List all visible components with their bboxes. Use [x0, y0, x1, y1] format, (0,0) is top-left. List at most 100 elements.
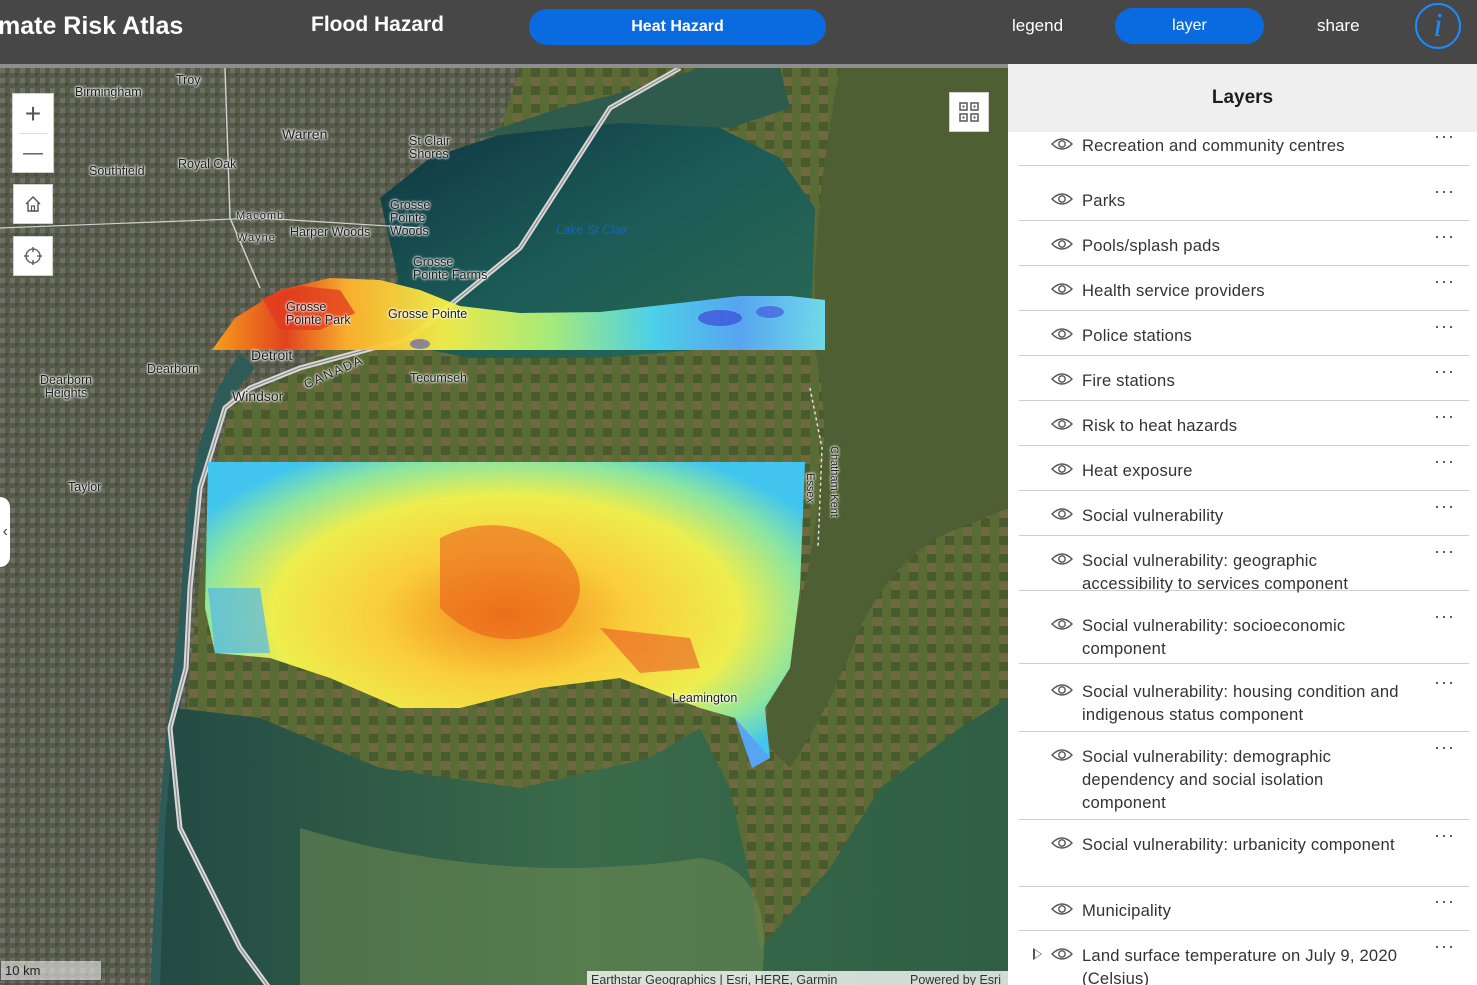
scale-label: 10 km	[5, 963, 41, 978]
label-windsor: Windsor	[232, 388, 284, 404]
layer-label: Pools/splash pads	[1082, 236, 1221, 255]
layer-row[interactable]: Social vulnerability: socioeconomic comp…	[1019, 601, 1469, 664]
label-warren: Warren	[282, 126, 328, 142]
legend-link[interactable]: legend	[1012, 16, 1063, 36]
eye-icon[interactable]	[1051, 683, 1073, 697]
layer-label: Parks	[1082, 191, 1126, 210]
expand-triangle-icon[interactable]	[1033, 948, 1042, 960]
layer-label: Municipality	[1082, 901, 1172, 920]
layer-row[interactable]: Social vulnerability: demographic depend…	[1019, 732, 1469, 820]
more-options-icon[interactable]: ···	[1434, 737, 1455, 758]
layer-row[interactable]: Heat exposure ···	[1019, 446, 1469, 491]
label-detroit: Detroit	[251, 347, 293, 363]
label-grosse-pointe: Grosse Pointe	[388, 307, 468, 321]
basemap-toggle-button[interactable]	[949, 92, 989, 132]
label-royal-oak: Royal Oak	[178, 157, 237, 171]
more-options-icon[interactable]: ···	[1434, 496, 1455, 517]
more-options-icon[interactable]: ···	[1434, 825, 1455, 846]
flood-hazard-tab[interactable]: Flood Hazard	[311, 13, 444, 37]
more-options-icon[interactable]: ···	[1434, 271, 1455, 292]
zoom-in-button[interactable]: +	[13, 94, 53, 133]
layer-row[interactable]: Risk to heat hazards ···	[1019, 401, 1469, 446]
layer-row[interactable]: Health service providers ···	[1019, 266, 1469, 311]
layer-button[interactable]: layer	[1115, 8, 1264, 44]
eye-icon[interactable]	[1051, 617, 1073, 631]
label-grosse-pointe-farms: Grosse Pointe Farms	[413, 255, 488, 282]
eye-icon[interactable]	[1051, 372, 1073, 386]
more-options-icon[interactable]: ···	[1434, 451, 1455, 472]
label-taylor: Taylor	[68, 480, 102, 494]
eye-icon[interactable]	[1051, 327, 1073, 341]
layer-row[interactable]: Social vulnerability: urbanicity compone…	[1019, 820, 1469, 887]
layer-row[interactable]: Social vulnerability: housing condition …	[1019, 667, 1469, 732]
label-leamington: Leamington	[672, 691, 738, 705]
layer-row[interactable]: Municipality ···	[1019, 886, 1469, 931]
more-options-icon[interactable]: ···	[1434, 316, 1455, 337]
locate-button[interactable]	[13, 236, 53, 276]
zoom-control: + —	[12, 93, 54, 173]
layer-label: Risk to heat hazards	[1082, 416, 1238, 435]
label-harper-woods: Harper Woods	[290, 225, 371, 239]
attribution-text: Earthstar Geographics | Esri, HERE, Garm…	[591, 973, 838, 985]
info-glyph: i	[1433, 7, 1443, 44]
layer-label: Social vulnerability: housing condition …	[1082, 682, 1399, 724]
app-title: mate Risk Atlas	[0, 12, 184, 40]
eye-icon[interactable]	[1051, 462, 1073, 476]
layer-label: Social vulnerability: demographic depend…	[1082, 747, 1332, 812]
layer-row[interactable]: Parks ···	[1019, 176, 1469, 221]
eye-icon[interactable]	[1051, 507, 1073, 521]
more-options-icon[interactable]: ···	[1434, 672, 1455, 693]
eye-icon[interactable]	[1051, 192, 1073, 206]
label-birmingham: Birmingham	[75, 85, 142, 99]
eye-icon[interactable]	[1051, 417, 1073, 431]
label-tecumseh: Tecumseh	[410, 371, 467, 385]
layer-row[interactable]: Social vulnerability: geographic accessi…	[1019, 536, 1469, 593]
eye-icon[interactable]	[1051, 748, 1073, 762]
layer-row[interactable]: Recreation and community centres ···	[1019, 126, 1469, 166]
more-options-icon[interactable]: ···	[1434, 936, 1455, 957]
label-dearborn: Dearborn	[147, 362, 200, 376]
more-options-icon[interactable]: ···	[1434, 606, 1455, 627]
layer-label: Social vulnerability: socioeconomic comp…	[1082, 616, 1346, 658]
label-grosse-pointe-park: Grosse Pointe Park	[286, 300, 351, 327]
layer-label: Police stations	[1082, 326, 1192, 345]
eye-icon[interactable]	[1051, 282, 1073, 296]
more-options-icon[interactable]: ···	[1434, 226, 1455, 247]
eye-icon[interactable]	[1051, 137, 1073, 151]
collapse-panel-tab[interactable]: ‹	[0, 497, 10, 567]
layer-label: Recreation and community centres	[1082, 136, 1345, 155]
label-macomb: Macomb	[236, 210, 285, 222]
layer-label: Social vulnerability	[1082, 506, 1224, 525]
powered-by-text[interactable]: Powered by Esri	[910, 971, 1001, 985]
eye-icon[interactable]	[1051, 947, 1073, 961]
eye-icon[interactable]	[1051, 552, 1073, 566]
label-chatham-kent: Chatham-Kent	[828, 446, 840, 517]
layer-row[interactable]: Fire stations ···	[1019, 356, 1469, 401]
share-link[interactable]: share	[1317, 16, 1360, 36]
more-options-icon[interactable]: ···	[1434, 126, 1455, 147]
more-options-icon[interactable]: ···	[1434, 541, 1455, 562]
eye-icon[interactable]	[1051, 237, 1073, 251]
layer-row[interactable]: Pools/splash pads ···	[1019, 221, 1469, 266]
map-view[interactable]: Birmingham Troy Warren St Clair Shores S…	[0, 64, 1008, 985]
chevron-left-icon: ‹	[2, 523, 8, 540]
layer-panel-header: Layers	[1008, 64, 1477, 132]
layer-panel-title: Layers	[1211, 87, 1274, 108]
eye-icon[interactable]	[1051, 902, 1073, 916]
more-options-icon[interactable]: ···	[1434, 361, 1455, 382]
label-st-clair-shores: St Clair Shores	[409, 134, 450, 161]
layer-row[interactable]: Land surface temperature on July 9, 2020…	[1019, 931, 1469, 985]
layer-row[interactable]: Social vulnerability ···	[1019, 491, 1469, 536]
layer-label: Health service providers	[1082, 281, 1265, 300]
layer-label: Land surface temperature on July 9, 2020…	[1082, 946, 1398, 985]
more-options-icon[interactable]: ···	[1434, 406, 1455, 427]
more-options-icon[interactable]: ···	[1434, 181, 1455, 202]
zoom-out-button[interactable]: —	[13, 134, 53, 173]
info-icon[interactable]: i	[1415, 3, 1461, 49]
home-button[interactable]	[13, 184, 53, 224]
heat-hazard-tab[interactable]: Heat Hazard	[529, 9, 826, 45]
eye-icon[interactable]	[1051, 836, 1073, 850]
layer-row[interactable]: Police stations ···	[1019, 311, 1469, 356]
layer-label: Heat exposure	[1082, 461, 1193, 480]
more-options-icon[interactable]: ···	[1434, 891, 1455, 912]
